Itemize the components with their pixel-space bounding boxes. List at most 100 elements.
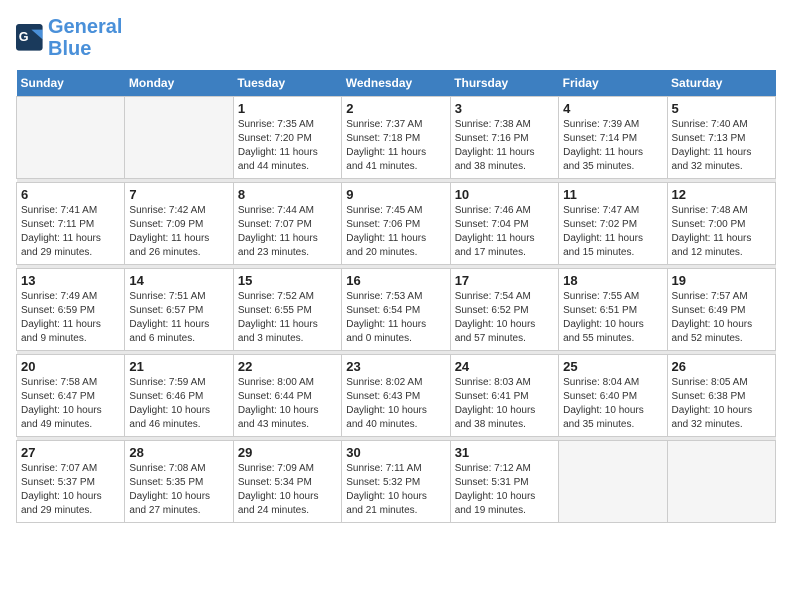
calendar-cell: 20 Sunrise: 7:58 AM Sunset: 6:47 PM Dayli… [17, 355, 125, 437]
weekday-header-friday: Friday [559, 70, 667, 97]
calendar-cell: 12 Sunrise: 7:48 AM Sunset: 7:00 PM Dayli… [667, 183, 775, 265]
day-number: 19 [672, 273, 771, 288]
day-number: 6 [21, 187, 120, 202]
calendar-cell: 24 Sunrise: 8:03 AM Sunset: 6:41 PM Dayli… [450, 355, 558, 437]
day-number: 18 [563, 273, 662, 288]
calendar-cell: 10 Sunrise: 7:46 AM Sunset: 7:04 PM Dayli… [450, 183, 558, 265]
calendar-cell: 1 Sunrise: 7:35 AM Sunset: 7:20 PM Daylig… [233, 97, 341, 179]
day-info: Sunrise: 7:39 AM Sunset: 7:14 PM Dayligh… [563, 118, 662, 174]
calendar-cell: 14Sunrise: 7:51 AM Sunset: 6:57 PM Dayli… [125, 269, 233, 351]
day-info: Sunrise: 7:48 AM Sunset: 7:00 PM Dayligh… [672, 204, 771, 260]
calendar-cell: 16 Sunrise: 7:53 AM Sunset: 6:54 PM Dayli… [342, 269, 450, 351]
calendar-cell: 26 Sunrise: 8:05 AM Sunset: 6:38 PM Dayli… [667, 355, 775, 437]
calendar-cell: 25 Sunrise: 8:04 AM Sunset: 6:40 PM Dayli… [559, 355, 667, 437]
day-number: 13 [21, 273, 120, 288]
day-info: Sunrise: 7:55 AM Sunset: 6:51 PM Dayligh… [563, 290, 662, 346]
day-info: Sunrise: 8:03 AM Sunset: 6:41 PM Dayligh… [455, 376, 554, 432]
calendar-cell [125, 97, 233, 179]
calendar-cell: 13 Sunrise: 7:49 AM Sunset: 6:59 PM Dayli… [17, 269, 125, 351]
day-info: Sunrise: 8:05 AM Sunset: 6:38 PM Dayligh… [672, 376, 771, 432]
calendar-cell: 19 Sunrise: 7:57 AM Sunset: 6:49 PM Dayli… [667, 269, 775, 351]
day-number: 29 [238, 445, 337, 460]
calendar: SundayMondayTuesdayWednesdayThursdayFrid… [16, 70, 776, 523]
day-number: 5 [672, 101, 771, 116]
day-number: 27 [21, 445, 120, 460]
day-number: 26 [672, 359, 771, 374]
day-info: Sunrise: 7:51 AM Sunset: 6:57 PM Dayligh… [129, 290, 228, 346]
day-number: 22 [238, 359, 337, 374]
weekday-header-tuesday: Tuesday [233, 70, 341, 97]
day-info: Sunrise: 7:41 AM Sunset: 7:11 PM Dayligh… [21, 204, 120, 260]
week-row-4: 20 Sunrise: 7:58 AM Sunset: 6:47 PM Dayli… [17, 355, 776, 437]
day-info: Sunrise: 7:58 AM Sunset: 6:47 PM Dayligh… [21, 376, 120, 432]
day-number: 24 [455, 359, 554, 374]
week-row-3: 13 Sunrise: 7:49 AM Sunset: 6:59 PM Dayli… [17, 269, 776, 351]
day-info: Sunrise: 7:49 AM Sunset: 6:59 PM Dayligh… [21, 290, 120, 346]
logo-text: GeneralBlue [48, 16, 122, 60]
calendar-cell: 6 Sunrise: 7:41 AM Sunset: 7:11 PM Daylig… [17, 183, 125, 265]
day-info: Sunrise: 7:44 AM Sunset: 7:07 PM Dayligh… [238, 204, 337, 260]
calendar-cell: 21Sunrise: 7:59 AM Sunset: 6:46 PM Dayli… [125, 355, 233, 437]
day-number: 30 [346, 445, 445, 460]
weekday-header-monday: Monday [125, 70, 233, 97]
logo-icon: G [16, 24, 44, 52]
calendar-cell: 15Sunrise: 7:52 AM Sunset: 6:55 PM Dayli… [233, 269, 341, 351]
week-row-1: 1 Sunrise: 7:35 AM Sunset: 7:20 PM Daylig… [17, 97, 776, 179]
week-row-2: 6 Sunrise: 7:41 AM Sunset: 7:11 PM Daylig… [17, 183, 776, 265]
calendar-cell: 18 Sunrise: 7:55 AM Sunset: 6:51 PM Dayli… [559, 269, 667, 351]
weekday-header-sunday: Sunday [17, 70, 125, 97]
day-number: 9 [346, 187, 445, 202]
day-number: 11 [563, 187, 662, 202]
day-number: 23 [346, 359, 445, 374]
calendar-cell: 3Sunrise: 7:38 AM Sunset: 7:16 PM Daylig… [450, 97, 558, 179]
calendar-cell: 30Sunrise: 7:11 AM Sunset: 5:32 PM Dayli… [342, 441, 450, 523]
calendar-cell: 22 Sunrise: 8:00 AM Sunset: 6:44 PM Dayli… [233, 355, 341, 437]
day-number: 15 [238, 273, 337, 288]
day-number: 12 [672, 187, 771, 202]
calendar-cell: 7Sunrise: 7:42 AM Sunset: 7:09 PM Daylig… [125, 183, 233, 265]
day-info: Sunrise: 7:12 AM Sunset: 5:31 PM Dayligh… [455, 462, 554, 518]
day-number: 1 [238, 101, 337, 116]
calendar-cell: 29 Sunrise: 7:09 AM Sunset: 5:34 PM Dayli… [233, 441, 341, 523]
day-info: Sunrise: 8:04 AM Sunset: 6:40 PM Dayligh… [563, 376, 662, 432]
day-number: 17 [455, 273, 554, 288]
day-info: Sunrise: 7:46 AM Sunset: 7:04 PM Dayligh… [455, 204, 554, 260]
calendar-cell: 11Sunrise: 7:47 AM Sunset: 7:02 PM Dayli… [559, 183, 667, 265]
calendar-cell: 28Sunrise: 7:08 AM Sunset: 5:35 PM Dayli… [125, 441, 233, 523]
day-info: Sunrise: 7:35 AM Sunset: 7:20 PM Dayligh… [238, 118, 337, 174]
weekday-header-row: SundayMondayTuesdayWednesdayThursdayFrid… [17, 70, 776, 97]
weekday-header-thursday: Thursday [450, 70, 558, 97]
page-header: G GeneralBlue [16, 16, 776, 60]
calendar-cell [559, 441, 667, 523]
day-info: Sunrise: 8:00 AM Sunset: 6:44 PM Dayligh… [238, 376, 337, 432]
day-info: Sunrise: 7:09 AM Sunset: 5:34 PM Dayligh… [238, 462, 337, 518]
calendar-cell: 2Sunrise: 7:37 AM Sunset: 7:18 PM Daylig… [342, 97, 450, 179]
day-number: 25 [563, 359, 662, 374]
day-number: 4 [563, 101, 662, 116]
day-number: 2 [346, 101, 445, 116]
day-info: Sunrise: 7:57 AM Sunset: 6:49 PM Dayligh… [672, 290, 771, 346]
day-number: 20 [21, 359, 120, 374]
day-info: Sunrise: 7:53 AM Sunset: 6:54 PM Dayligh… [346, 290, 445, 346]
calendar-cell: 8Sunrise: 7:44 AM Sunset: 7:07 PM Daylig… [233, 183, 341, 265]
week-row-5: 27 Sunrise: 7:07 AM Sunset: 5:37 PM Dayli… [17, 441, 776, 523]
day-number: 10 [455, 187, 554, 202]
day-info: Sunrise: 7:38 AM Sunset: 7:16 PM Dayligh… [455, 118, 554, 174]
day-number: 31 [455, 445, 554, 460]
day-info: Sunrise: 7:59 AM Sunset: 6:46 PM Dayligh… [129, 376, 228, 432]
calendar-cell: 17 Sunrise: 7:54 AM Sunset: 6:52 PM Dayli… [450, 269, 558, 351]
day-info: Sunrise: 7:07 AM Sunset: 5:37 PM Dayligh… [21, 462, 120, 518]
calendar-cell: 5Sunrise: 7:40 AM Sunset: 7:13 PM Daylig… [667, 97, 775, 179]
day-info: Sunrise: 7:45 AM Sunset: 7:06 PM Dayligh… [346, 204, 445, 260]
calendar-cell [17, 97, 125, 179]
svg-text:G: G [19, 30, 29, 44]
calendar-cell: 31 Sunrise: 7:12 AM Sunset: 5:31 PM Dayli… [450, 441, 558, 523]
day-info: Sunrise: 8:02 AM Sunset: 6:43 PM Dayligh… [346, 376, 445, 432]
calendar-cell: 9 Sunrise: 7:45 AM Sunset: 7:06 PM Daylig… [342, 183, 450, 265]
day-info: Sunrise: 7:42 AM Sunset: 7:09 PM Dayligh… [129, 204, 228, 260]
day-number: 16 [346, 273, 445, 288]
calendar-cell: 23 Sunrise: 8:02 AM Sunset: 6:43 PM Dayli… [342, 355, 450, 437]
day-info: Sunrise: 7:54 AM Sunset: 6:52 PM Dayligh… [455, 290, 554, 346]
calendar-cell: 4 Sunrise: 7:39 AM Sunset: 7:14 PM Daylig… [559, 97, 667, 179]
day-number: 28 [129, 445, 228, 460]
